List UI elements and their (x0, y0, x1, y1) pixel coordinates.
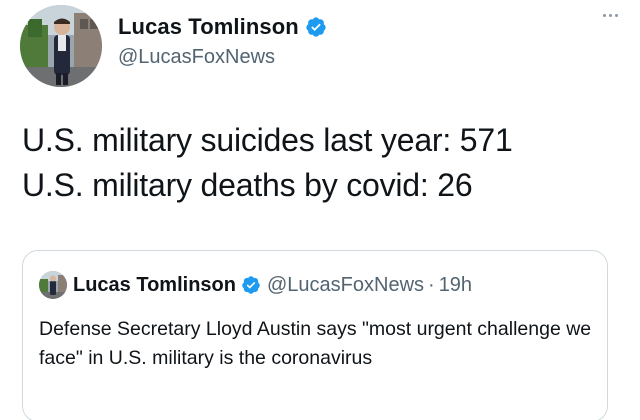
tweet-header: Lucas Tomlinson @LucasFoxNews (20, 2, 327, 90)
separator-dot: · (428, 273, 435, 296)
more-options-icon[interactable] (603, 14, 618, 17)
quoted-timestamp[interactable]: 19h (439, 274, 472, 297)
quoted-author-name: Lucas Tomlinson (73, 273, 236, 296)
quoted-tweet-text: Defense Secretary Lloyd Austin says "mos… (39, 318, 592, 369)
tweet-card: Lucas Tomlinson @LucasFoxNews U.S. milit… (0, 0, 640, 420)
quoted-tweet[interactable]: Lucas Tomlinson @LucasFoxNews · 19h Defe… (22, 250, 608, 420)
quoted-author-handle: @LucasFoxNews (266, 273, 425, 296)
tweet-line: U.S. military suicides last year: 571 (22, 122, 513, 158)
author-handle[interactable]: @LucasFoxNews (118, 46, 327, 69)
avatar-photo (20, 5, 102, 87)
verified-badge-icon (241, 275, 261, 295)
verified-badge-icon (305, 16, 327, 38)
name-row: Lucas Tomlinson (118, 14, 327, 40)
avatar[interactable] (20, 5, 102, 87)
quoted-tweet-header: Lucas Tomlinson @LucasFoxNews · 19h (39, 271, 472, 299)
tweet-text: U.S. military suicides last year: 571 U.… (22, 118, 513, 208)
author-name[interactable]: Lucas Tomlinson (118, 14, 299, 40)
author-info: Lucas Tomlinson @LucasFoxNews (118, 14, 327, 69)
tweet-line: U.S. military deaths by covid: 26 (22, 167, 473, 203)
quoted-avatar (39, 271, 67, 299)
